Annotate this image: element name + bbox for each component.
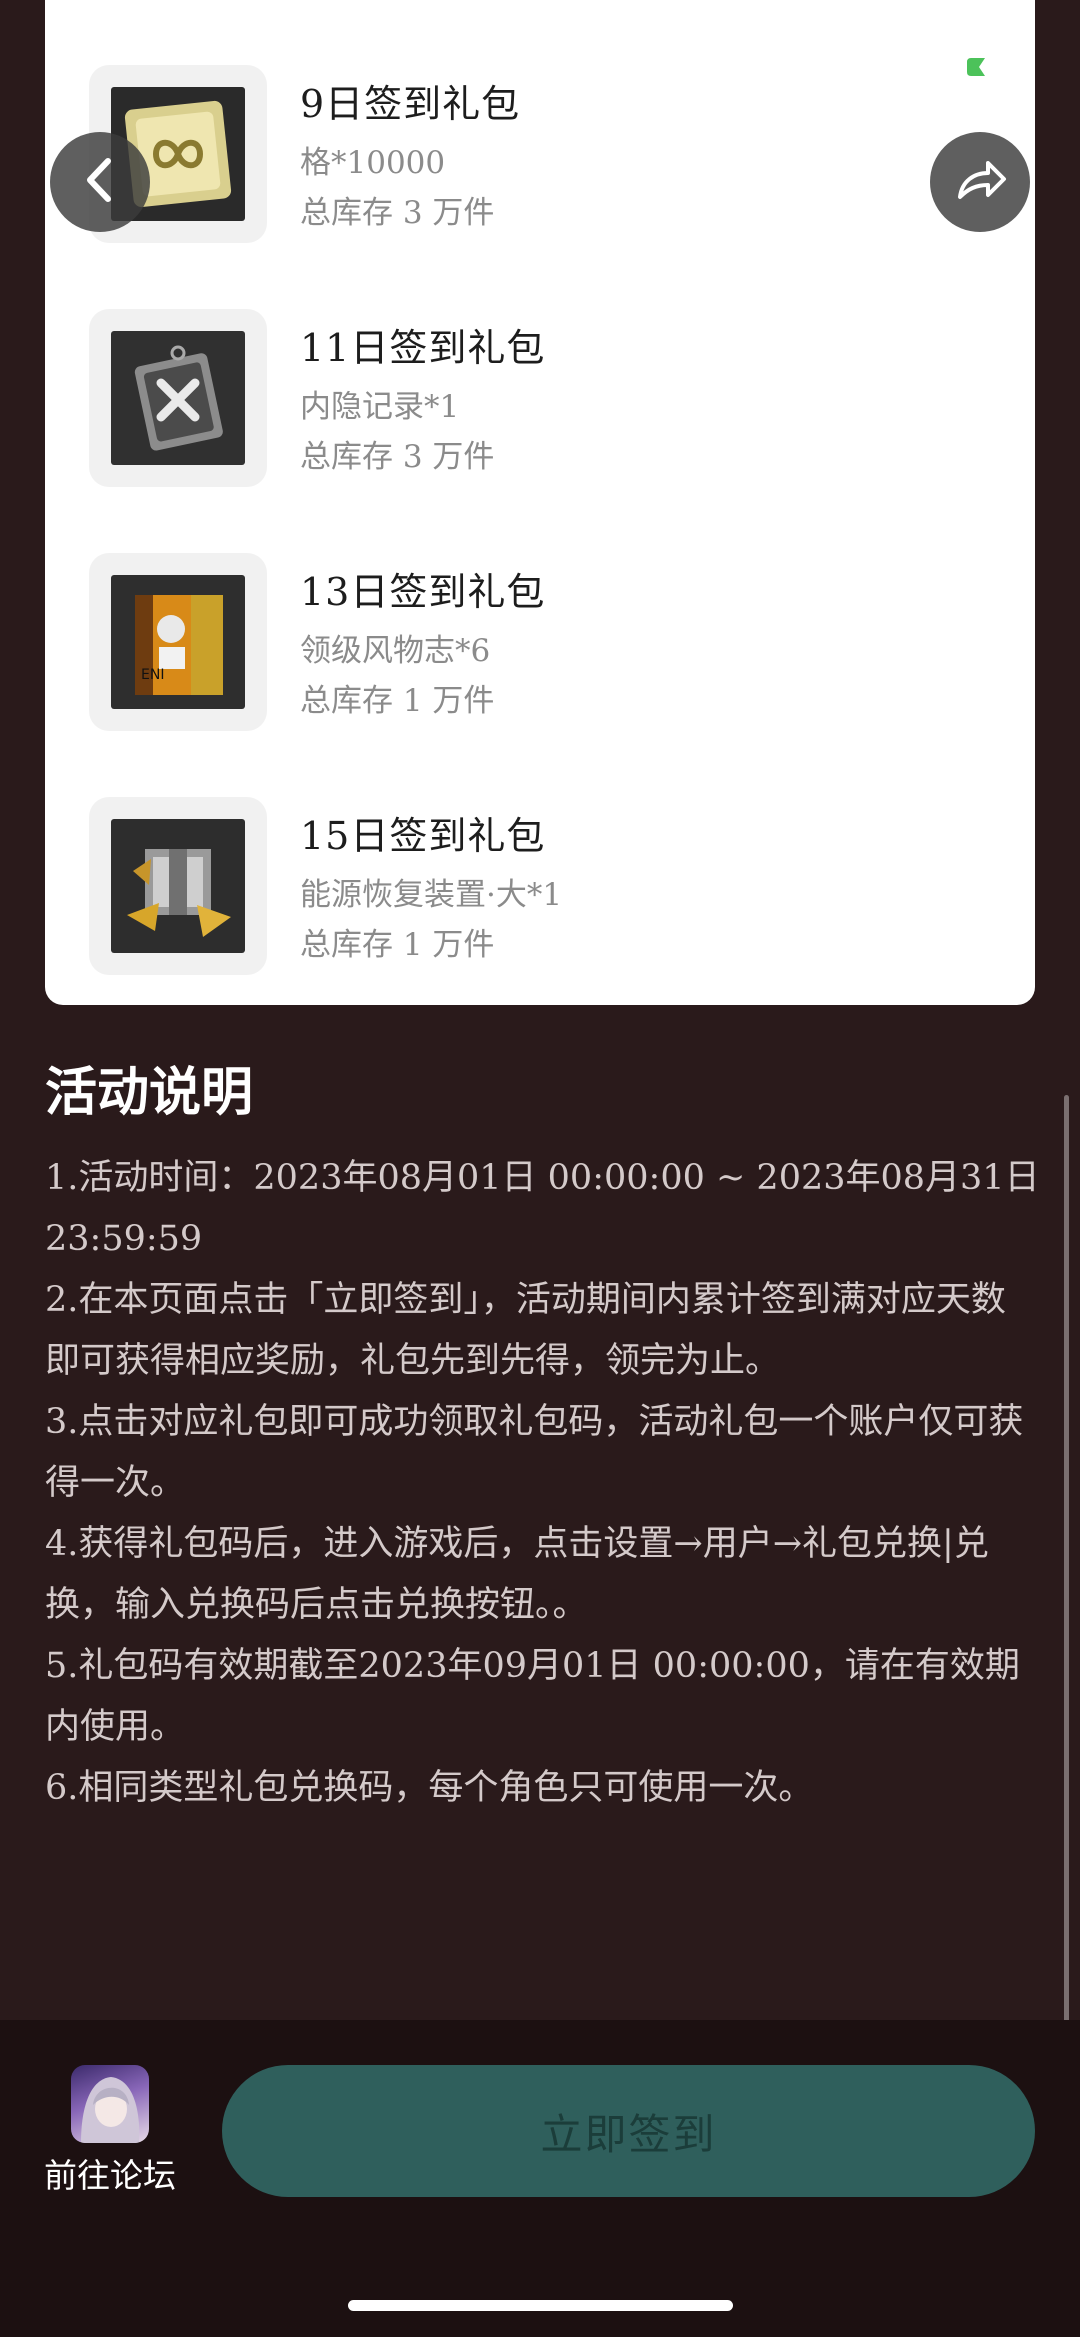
rule-item: 6.相同类型礼包兑换码，每个角色只可使用一次。 (45, 1768, 814, 1808)
gift-item: 能源恢复装置·大*1 (300, 877, 563, 913)
gift-stock: 总库存 3 万件 (300, 439, 495, 475)
rule-item: 5.礼包码有效期截至2023年09月01日 00:00:00，请在有效期内使用。 (45, 1646, 1020, 1747)
svg-text:ENI: ENI (141, 667, 164, 683)
forum-avatar (71, 2065, 149, 2143)
forum-link[interactable]: 前往论坛 (44, 2065, 176, 2197)
gift-title: 15日签到礼包 (300, 814, 546, 858)
gift-thumbnail: ENI (89, 553, 267, 731)
home-indicator (348, 2300, 733, 2311)
gift-stock: 总库存 3 万件 (300, 195, 495, 231)
back-button[interactable] (50, 132, 150, 232)
yellow-book-icon: ENI (111, 575, 245, 709)
gift-title: 9日签到礼包 (300, 82, 521, 126)
rule-item: 1.活动时间：2023年08月01日 00:00:00 ~ 2023年08月31… (45, 1158, 1040, 1259)
gift-row-day11[interactable]: 11日签到礼包 内隐记录*1 总库存 3 万件 (45, 309, 990, 489)
metal-record-icon (111, 331, 245, 465)
rules-list: 1.活动时间：2023年08月01日 00:00:00 ~ 2023年08月31… (45, 1148, 1040, 1819)
status-tag-icon (965, 58, 985, 76)
gift-item: 格*10000 (300, 145, 446, 181)
rule-item: 3.点击对应礼包即可成功领取礼包码，活动礼包一个账户仅可获得一次。 (45, 1402, 1024, 1503)
energy-device-icon (111, 819, 245, 953)
gift-title: 11日签到礼包 (300, 326, 546, 370)
chevron-left-icon (80, 155, 120, 209)
rules-title: 活动说明 (45, 1063, 254, 1123)
gift-stock: 总库存 1 万件 (300, 683, 495, 719)
gift-thumbnail (89, 309, 267, 487)
gift-item: 领级风物志*6 (300, 633, 491, 669)
gift-row-day9[interactable]: 9日签到礼包 格*10000 总库存 3 万件 (45, 65, 990, 245)
share-button[interactable] (930, 132, 1030, 232)
gift-item: 内隐记录*1 (300, 389, 460, 425)
gift-stock: 总库存 1 万件 (300, 927, 495, 963)
signin-button[interactable]: 立即签到 (222, 2065, 1035, 2197)
gift-thumbnail (89, 797, 267, 975)
rule-item: 2.在本页面点击「立即签到」，活动期间内累计签到满对应天数即可获得相应奖励，礼包… (45, 1280, 1006, 1381)
rule-item: 4.获得礼包码后，进入游戏后，点击设置→用户→礼包兑换|兑换，输入兑换码后点击兑… (45, 1524, 989, 1625)
gift-title: 13日签到礼包 (300, 570, 546, 614)
share-arrow-icon (952, 157, 1008, 207)
gift-row-day13[interactable]: ENI 13日签到礼包 领级风物志*6 总库存 1 万件 (45, 553, 990, 733)
scrollbar[interactable] (1064, 1095, 1069, 2025)
gift-row-day15[interactable]: 15日签到礼包 能源恢复装置·大*1 总库存 1 万件 (45, 797, 990, 977)
forum-label: 前往论坛 (44, 2156, 176, 2195)
